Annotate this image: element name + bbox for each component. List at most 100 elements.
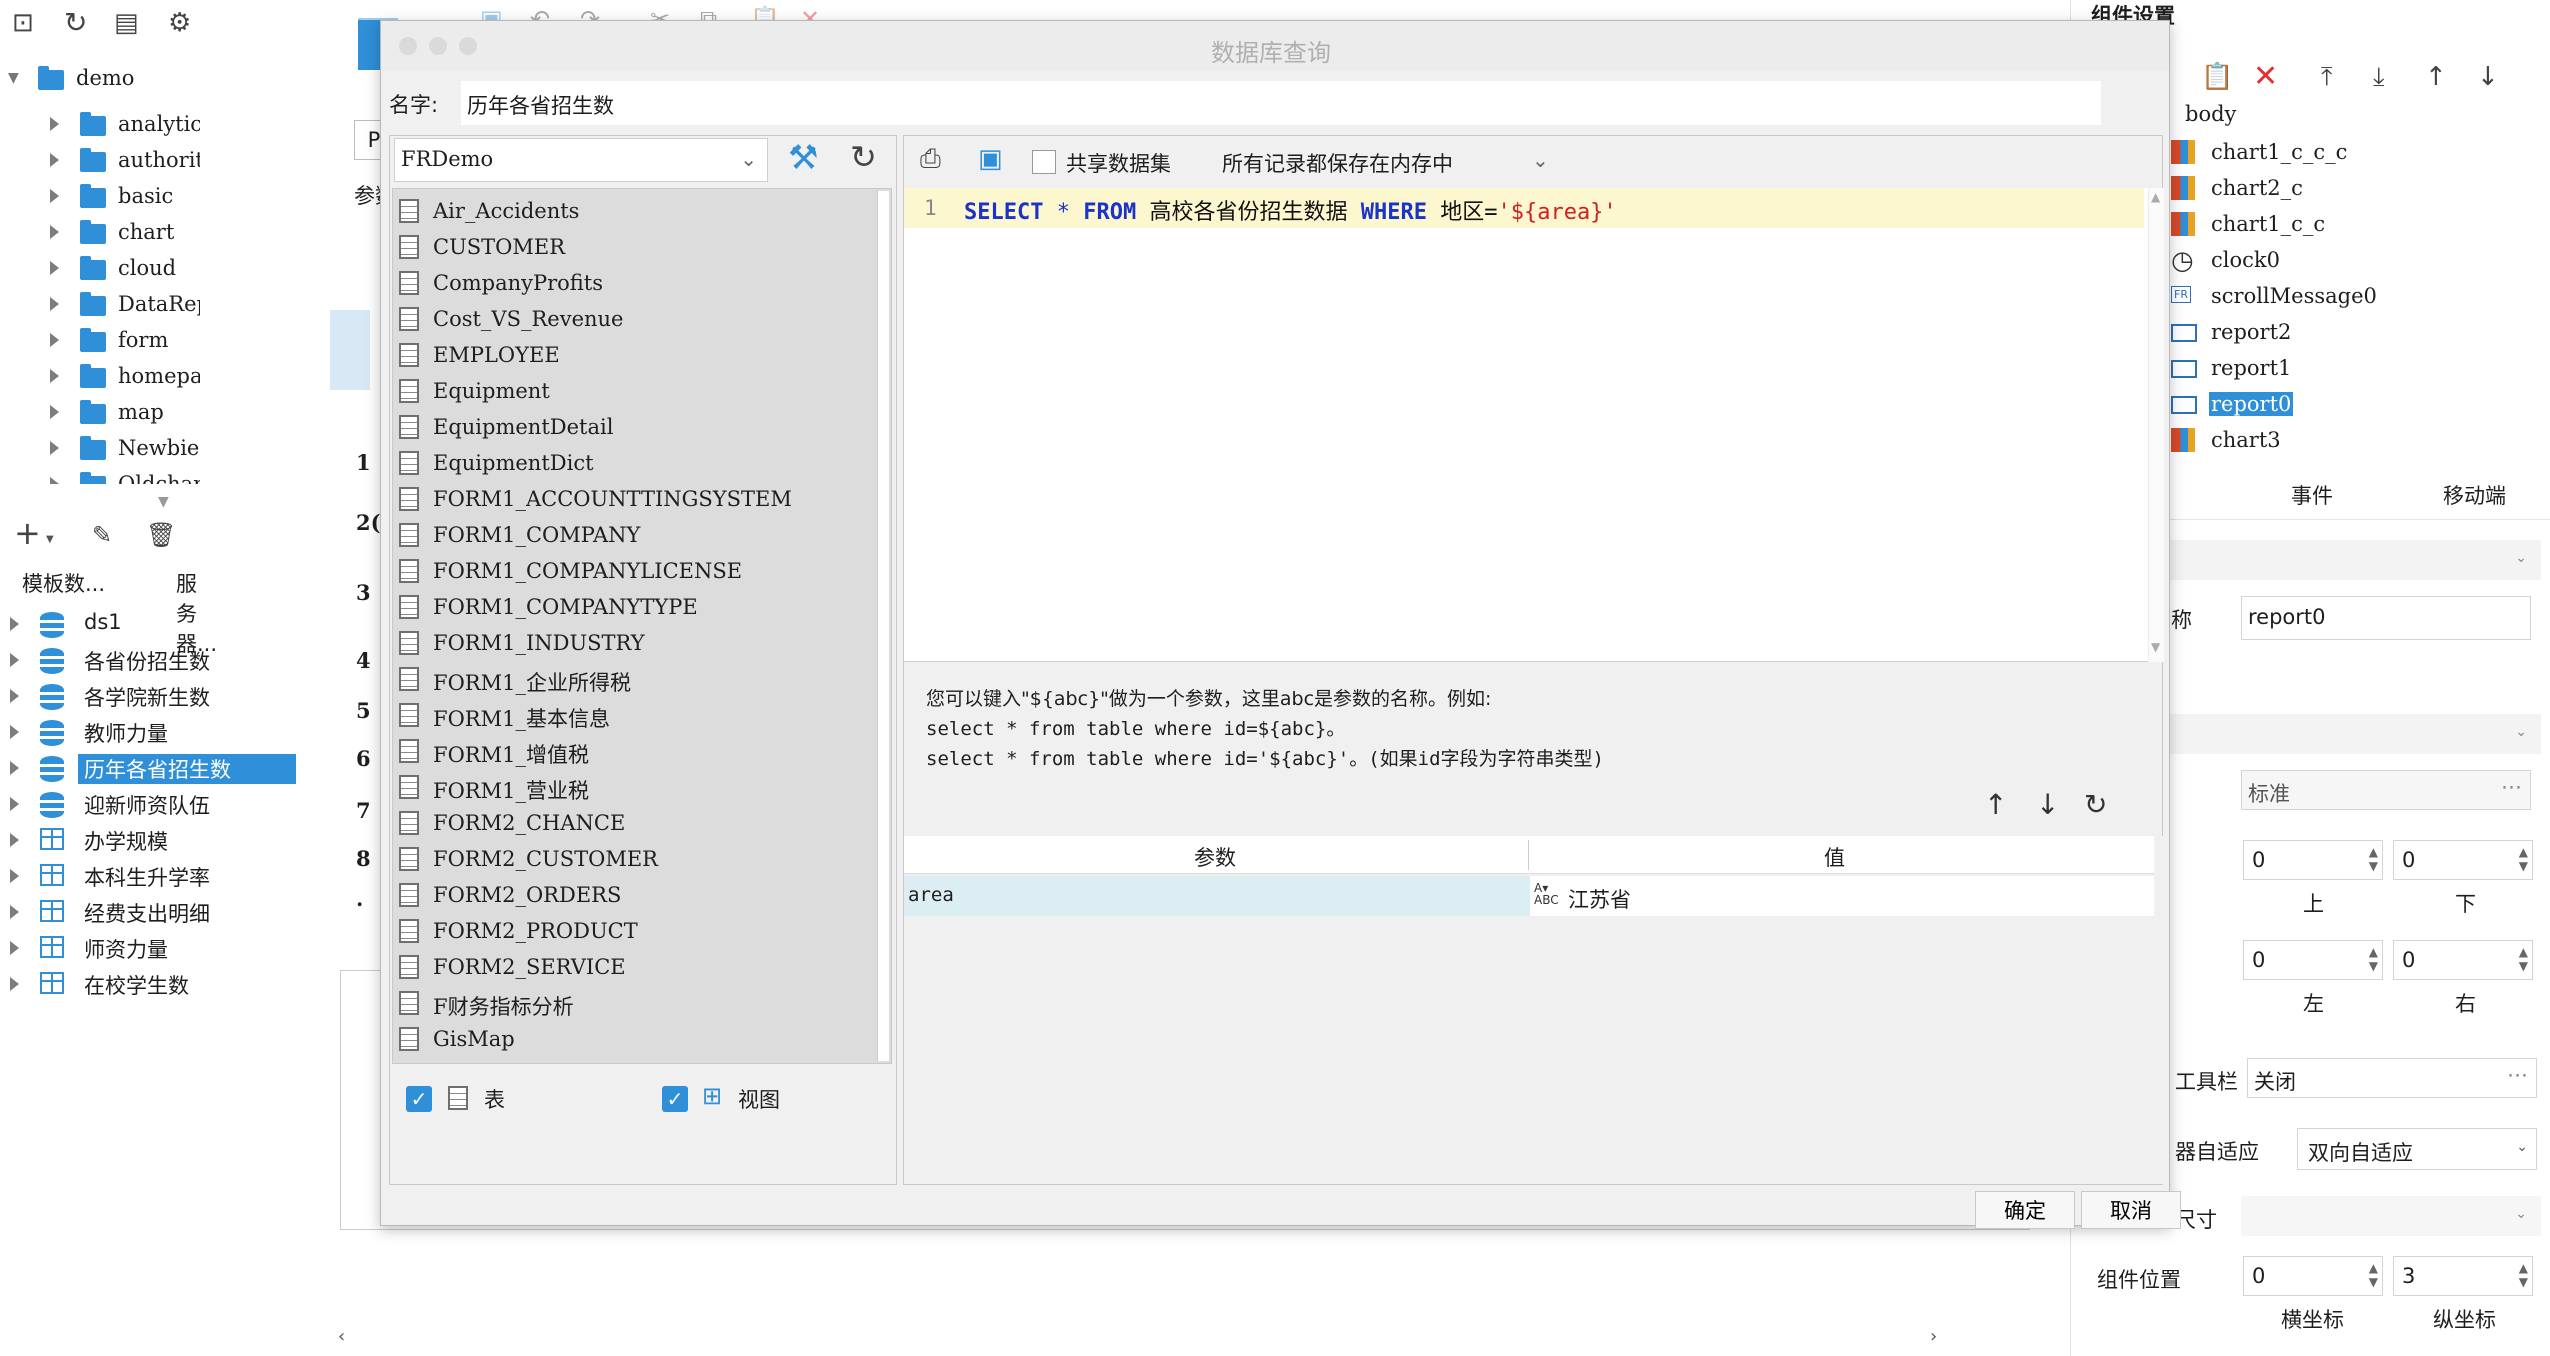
param-row[interactable]: area A▾ ABC 江苏省 (904, 876, 2154, 916)
scroll-up-icon[interactable]: ▲ (2151, 190, 2160, 204)
collapse-row-1[interactable]: ⌄ (2131, 540, 2541, 580)
table-item[interactable]: EquipmentDetail (393, 409, 863, 445)
chevron-down-icon[interactable]: ▼ (46, 534, 54, 545)
table-item[interactable]: Key Performance Indicators (393, 1057, 863, 1063)
dataset-item[interactable]: 教师力量 (0, 714, 300, 750)
table-item[interactable]: FORM1_COMPANYLICENSE (393, 553, 863, 589)
paste-component-icon[interactable]: 📋 (2201, 62, 2233, 92)
move-down-icon[interactable]: ↓ (2477, 62, 2499, 92)
chevron-right-icon[interactable] (50, 153, 59, 167)
chevron-right-icon[interactable] (10, 725, 19, 739)
h-scroll-left-icon[interactable]: ‹ (338, 1326, 345, 1347)
chevron-right-icon[interactable] (50, 261, 59, 275)
component-item[interactable]: report1 (2171, 352, 2471, 386)
tree-folder-item[interactable]: map (50, 396, 200, 428)
tree-folder-item[interactable]: DataReport (50, 288, 200, 320)
pos-y-spinner[interactable]: 3 ▲ ▼ (2393, 1256, 2533, 1296)
margin-right-spinner[interactable]: 0 ▲ ▼ (2393, 940, 2533, 980)
chevron-down-icon[interactable]: ▼ (8, 70, 19, 86)
table-item[interactable]: EquipmentDict (393, 445, 863, 481)
table-item[interactable]: F财务指标分析 (393, 985, 863, 1021)
chevron-right-icon[interactable] (10, 869, 19, 883)
show-tables-checkbox[interactable]: ✓ (406, 1086, 432, 1112)
param-value[interactable]: 江苏省 (1568, 884, 1631, 914)
table-item[interactable]: FORM2_PRODUCT (393, 913, 863, 949)
component-item[interactable]: report0 (2171, 388, 2471, 422)
table-item[interactable]: Equipment (393, 373, 863, 409)
dataset-item[interactable]: 办学规模 (0, 822, 300, 858)
move-up-icon[interactable]: ↑ (2425, 62, 2447, 92)
list-icon[interactable]: ▤ (114, 8, 139, 38)
tree-root-demo[interactable]: ▼ demo (8, 62, 198, 94)
chevron-right-icon[interactable] (50, 225, 59, 239)
table-item[interactable]: FORM1_INDUSTRY (393, 625, 863, 661)
table-item[interactable]: FORM2_ORDERS (393, 877, 863, 913)
table-item[interactable]: FORM1_ACCOUNTTINGSYSTEM (393, 481, 863, 517)
component-item[interactable]: FR scrollMessage0 (2171, 280, 2471, 314)
chevron-right-icon[interactable] (50, 117, 59, 131)
tree-folder-item[interactable]: Oldchart (50, 468, 200, 484)
chevron-right-icon[interactable] (50, 297, 59, 311)
tree-folder-item[interactable]: basic (50, 180, 200, 212)
chevron-right-icon[interactable] (50, 477, 59, 484)
chevron-right-icon[interactable] (50, 189, 59, 203)
tab-template-dataset[interactable]: 模板数... (22, 568, 105, 598)
margin-left-spinner[interactable]: 0 ▲ ▼ (2243, 940, 2383, 980)
chevron-right-icon[interactable] (10, 941, 19, 955)
sql-editor[interactable]: 1 SELECT * FROM 高校各省份招生数据 WHERE 地区='${ar… (904, 188, 2164, 662)
param-down-icon[interactable]: ↓ (2036, 788, 2059, 821)
chevron-right-icon[interactable] (10, 617, 19, 631)
connection-select[interactable]: FRDemo ⌄ (394, 138, 768, 182)
table-item[interactable]: Cost_VS_Revenue (393, 301, 863, 337)
connection-config-icon[interactable]: ⚒ (788, 138, 818, 178)
dataset-item[interactable]: 本科生升学率 (0, 858, 300, 894)
table-item[interactable]: FORM1_基本信息 (393, 697, 863, 733)
table-item[interactable]: CompanyProfits (393, 265, 863, 301)
tree-folder-item[interactable]: analytics (50, 108, 200, 140)
param-refresh-icon[interactable]: ↻ (2084, 788, 2107, 821)
spinner-icon[interactable]: ▲ ▼ (2519, 1261, 2528, 1289)
sql-editor-scrollbar[interactable]: ▲ ▼ (2148, 188, 2164, 662)
dataset-item[interactable]: 各省份招生数 (0, 642, 300, 678)
chevron-right-icon[interactable] (10, 833, 19, 847)
abc-type-icon[interactable]: A▾ ABC (1534, 882, 1559, 906)
scroll-down-icon[interactable]: ▼ (2151, 640, 2160, 654)
chevron-right-icon[interactable] (10, 761, 19, 775)
component-item[interactable]: chart2_c (2171, 172, 2471, 206)
dataset-item[interactable]: 经费支出明细 (0, 894, 300, 930)
component-item[interactable]: chart1_c_c_c (2171, 136, 2471, 170)
spinner-icon[interactable]: ▲ ▼ (2369, 845, 2378, 873)
settings-icon[interactable]: ⚙ (168, 8, 191, 38)
dataset-item[interactable]: 各学院新生数 (0, 678, 300, 714)
add-dataset-icon[interactable]: + (14, 517, 41, 549)
tree-folder-item[interactable]: NewbieGuide (50, 432, 200, 464)
tree-folder-item[interactable]: homepage (50, 360, 200, 392)
dataset-item[interactable]: ds1 (0, 606, 300, 642)
component-item[interactable]: ◷ clock0 (2171, 244, 2471, 278)
dataset-item[interactable]: 在校学生数 (0, 966, 300, 1002)
table-item[interactable]: FORM1_企业所得税 (393, 661, 863, 697)
table-item[interactable]: FORM2_SERVICE (393, 949, 863, 985)
refresh-icon[interactable]: ↻ (850, 138, 877, 176)
move-bottom-icon[interactable]: ⤓ (2373, 62, 2385, 92)
margin-top-spinner[interactable]: 0 ▲ ▼ (2243, 840, 2383, 880)
tree-folder-item[interactable]: authority (50, 144, 200, 176)
chevron-right-icon[interactable] (50, 441, 59, 455)
toolbar-field[interactable]: 关闭 ⋯ (2247, 1058, 2537, 1098)
component-item[interactable]: report2 (2171, 316, 2471, 350)
tree-folder-item[interactable]: cloud (50, 252, 200, 284)
chevron-right-icon[interactable] (50, 369, 59, 383)
preview-icon[interactable]: ⎙ (920, 144, 941, 175)
more-icon[interactable]: ⋯ (2501, 775, 2522, 799)
component-tree-root[interactable]: body (2185, 102, 2236, 126)
chevron-right-icon[interactable] (10, 905, 19, 919)
name-field[interactable]: report0 (2241, 596, 2531, 640)
table-item[interactable]: FORM2_CHANCE (393, 805, 863, 841)
chevron-down-icon[interactable]: ⌄ (1532, 148, 1549, 172)
dataset-item[interactable]: 历年各省招生数 (0, 750, 300, 786)
component-item[interactable]: chart1_c_c (2171, 208, 2471, 242)
table-item[interactable]: FORM1_COMPANY (393, 517, 863, 553)
new-template-icon[interactable]: ⊡ (12, 8, 34, 38)
chevron-down-icon[interactable]: ⌄ (2516, 1139, 2528, 1155)
component-item[interactable]: chart3 (2171, 424, 2471, 458)
